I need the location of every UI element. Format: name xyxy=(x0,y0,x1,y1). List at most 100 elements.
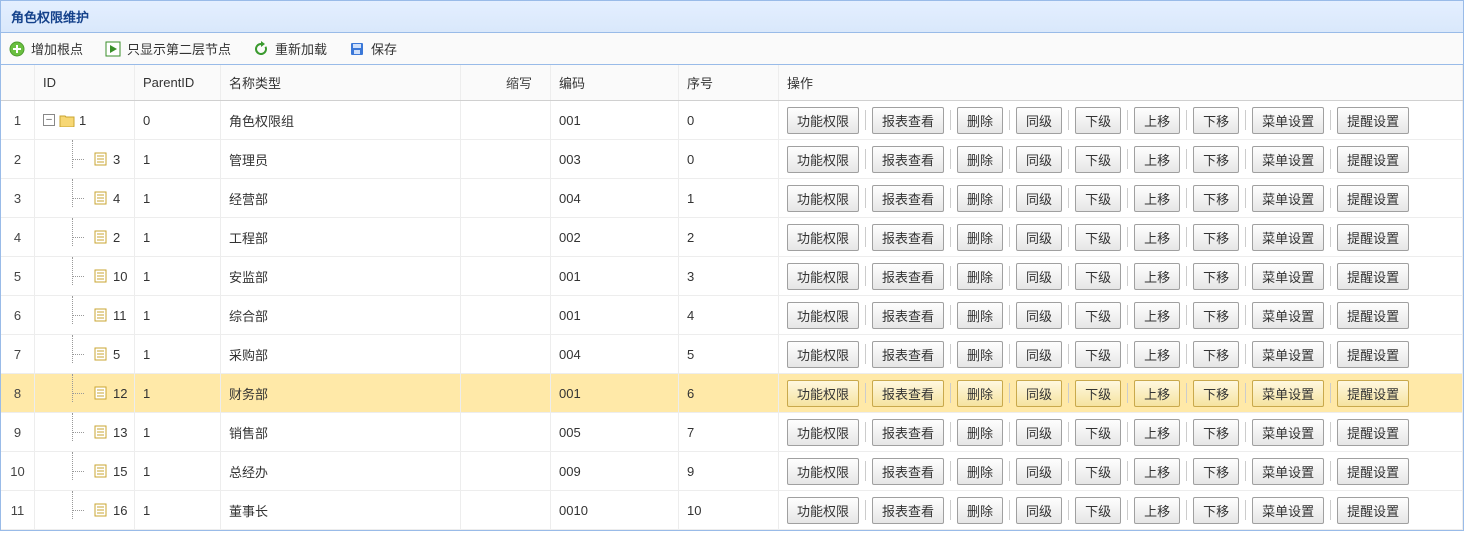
col-abbr[interactable]: 缩写 xyxy=(461,65,551,100)
menu-setting-button[interactable]: 菜单设置 xyxy=(1252,380,1324,407)
child-level-button[interactable]: 下级 xyxy=(1075,341,1121,368)
menu-setting-button[interactable]: 菜单设置 xyxy=(1252,497,1324,524)
delete-button[interactable]: 删除 xyxy=(957,263,1003,290)
move-down-button[interactable]: 下移 xyxy=(1193,380,1239,407)
func-auth-button[interactable]: 功能权限 xyxy=(787,224,859,251)
move-up-button[interactable]: 上移 xyxy=(1134,107,1180,134)
child-level-button[interactable]: 下级 xyxy=(1075,263,1121,290)
move-up-button[interactable]: 上移 xyxy=(1134,380,1180,407)
move-up-button[interactable]: 上移 xyxy=(1134,341,1180,368)
alert-setting-button[interactable]: 提醒设置 xyxy=(1337,107,1409,134)
child-level-button[interactable]: 下级 xyxy=(1075,497,1121,524)
alert-setting-button[interactable]: 提醒设置 xyxy=(1337,302,1409,329)
col-name[interactable]: 名称类型 xyxy=(221,65,461,100)
alert-setting-button[interactable]: 提醒设置 xyxy=(1337,380,1409,407)
report-view-button[interactable]: 报表查看 xyxy=(872,419,944,446)
add-root-button[interactable]: 增加根点 xyxy=(9,39,83,58)
table-row[interactable]: 5101安监部0013功能权限报表查看删除同级下级上移下移菜单设置提醒设置 xyxy=(1,257,1463,296)
alert-setting-button[interactable]: 提醒设置 xyxy=(1337,146,1409,173)
func-auth-button[interactable]: 功能权限 xyxy=(787,107,859,134)
table-row[interactable]: 11161董事长001010功能权限报表查看删除同级下级上移下移菜单设置提醒设置 xyxy=(1,491,1463,530)
func-auth-button[interactable]: 功能权限 xyxy=(787,458,859,485)
table-row[interactable]: 1–10角色权限组0010功能权限报表查看删除同级下级上移下移菜单设置提醒设置 xyxy=(1,101,1463,140)
same-level-button[interactable]: 同级 xyxy=(1016,146,1062,173)
alert-setting-button[interactable]: 提醒设置 xyxy=(1337,185,1409,212)
child-level-button[interactable]: 下级 xyxy=(1075,458,1121,485)
collapse-icon[interactable]: – xyxy=(43,114,55,126)
move-up-button[interactable]: 上移 xyxy=(1134,224,1180,251)
move-down-button[interactable]: 下移 xyxy=(1193,497,1239,524)
show-level2-button[interactable]: 只显示第二层节点 xyxy=(105,39,231,58)
move-down-button[interactable]: 下移 xyxy=(1193,458,1239,485)
delete-button[interactable]: 删除 xyxy=(957,497,1003,524)
table-row[interactable]: 6111综合部0014功能权限报表查看删除同级下级上移下移菜单设置提醒设置 xyxy=(1,296,1463,335)
report-view-button[interactable]: 报表查看 xyxy=(872,302,944,329)
move-down-button[interactable]: 下移 xyxy=(1193,185,1239,212)
func-auth-button[interactable]: 功能权限 xyxy=(787,263,859,290)
menu-setting-button[interactable]: 菜单设置 xyxy=(1252,302,1324,329)
move-down-button[interactable]: 下移 xyxy=(1193,341,1239,368)
report-view-button[interactable]: 报表查看 xyxy=(872,341,944,368)
table-row[interactable]: 341经营部0041功能权限报表查看删除同级下级上移下移菜单设置提醒设置 xyxy=(1,179,1463,218)
same-level-button[interactable]: 同级 xyxy=(1016,497,1062,524)
table-row[interactable]: 9131销售部0057功能权限报表查看删除同级下级上移下移菜单设置提醒设置 xyxy=(1,413,1463,452)
func-auth-button[interactable]: 功能权限 xyxy=(787,146,859,173)
delete-button[interactable]: 删除 xyxy=(957,185,1003,212)
delete-button[interactable]: 删除 xyxy=(957,341,1003,368)
col-parentid[interactable]: ParentID xyxy=(135,65,221,100)
table-row[interactable]: 421工程部0022功能权限报表查看删除同级下级上移下移菜单设置提醒设置 xyxy=(1,218,1463,257)
alert-setting-button[interactable]: 提醒设置 xyxy=(1337,497,1409,524)
col-seq[interactable]: 序号 xyxy=(679,65,779,100)
child-level-button[interactable]: 下级 xyxy=(1075,419,1121,446)
alert-setting-button[interactable]: 提醒设置 xyxy=(1337,458,1409,485)
menu-setting-button[interactable]: 菜单设置 xyxy=(1252,224,1324,251)
same-level-button[interactable]: 同级 xyxy=(1016,458,1062,485)
same-level-button[interactable]: 同级 xyxy=(1016,419,1062,446)
child-level-button[interactable]: 下级 xyxy=(1075,107,1121,134)
move-down-button[interactable]: 下移 xyxy=(1193,224,1239,251)
move-up-button[interactable]: 上移 xyxy=(1134,302,1180,329)
report-view-button[interactable]: 报表查看 xyxy=(872,146,944,173)
func-auth-button[interactable]: 功能权限 xyxy=(787,185,859,212)
same-level-button[interactable]: 同级 xyxy=(1016,263,1062,290)
func-auth-button[interactable]: 功能权限 xyxy=(787,497,859,524)
reload-button[interactable]: 重新加载 xyxy=(253,39,327,58)
move-up-button[interactable]: 上移 xyxy=(1134,419,1180,446)
report-view-button[interactable]: 报表查看 xyxy=(872,263,944,290)
table-row[interactable]: 231管理员0030功能权限报表查看删除同级下级上移下移菜单设置提醒设置 xyxy=(1,140,1463,179)
func-auth-button[interactable]: 功能权限 xyxy=(787,419,859,446)
menu-setting-button[interactable]: 菜单设置 xyxy=(1252,107,1324,134)
report-view-button[interactable]: 报表查看 xyxy=(872,380,944,407)
child-level-button[interactable]: 下级 xyxy=(1075,302,1121,329)
report-view-button[interactable]: 报表查看 xyxy=(872,497,944,524)
menu-setting-button[interactable]: 菜单设置 xyxy=(1252,341,1324,368)
menu-setting-button[interactable]: 菜单设置 xyxy=(1252,458,1324,485)
delete-button[interactable]: 删除 xyxy=(957,380,1003,407)
same-level-button[interactable]: 同级 xyxy=(1016,185,1062,212)
report-view-button[interactable]: 报表查看 xyxy=(872,107,944,134)
func-auth-button[interactable]: 功能权限 xyxy=(787,380,859,407)
delete-button[interactable]: 删除 xyxy=(957,224,1003,251)
same-level-button[interactable]: 同级 xyxy=(1016,341,1062,368)
func-auth-button[interactable]: 功能权限 xyxy=(787,302,859,329)
child-level-button[interactable]: 下级 xyxy=(1075,185,1121,212)
same-level-button[interactable]: 同级 xyxy=(1016,380,1062,407)
move-down-button[interactable]: 下移 xyxy=(1193,419,1239,446)
move-down-button[interactable]: 下移 xyxy=(1193,263,1239,290)
delete-button[interactable]: 删除 xyxy=(957,419,1003,446)
move-up-button[interactable]: 上移 xyxy=(1134,497,1180,524)
menu-setting-button[interactable]: 菜单设置 xyxy=(1252,419,1324,446)
move-down-button[interactable]: 下移 xyxy=(1193,302,1239,329)
same-level-button[interactable]: 同级 xyxy=(1016,302,1062,329)
save-button[interactable]: 保存 xyxy=(349,39,397,58)
report-view-button[interactable]: 报表查看 xyxy=(872,185,944,212)
func-auth-button[interactable]: 功能权限 xyxy=(787,341,859,368)
menu-setting-button[interactable]: 菜单设置 xyxy=(1252,146,1324,173)
move-down-button[interactable]: 下移 xyxy=(1193,107,1239,134)
menu-setting-button[interactable]: 菜单设置 xyxy=(1252,263,1324,290)
alert-setting-button[interactable]: 提醒设置 xyxy=(1337,263,1409,290)
delete-button[interactable]: 删除 xyxy=(957,458,1003,485)
child-level-button[interactable]: 下级 xyxy=(1075,380,1121,407)
col-id[interactable]: ID xyxy=(35,65,135,100)
alert-setting-button[interactable]: 提醒设置 xyxy=(1337,224,1409,251)
